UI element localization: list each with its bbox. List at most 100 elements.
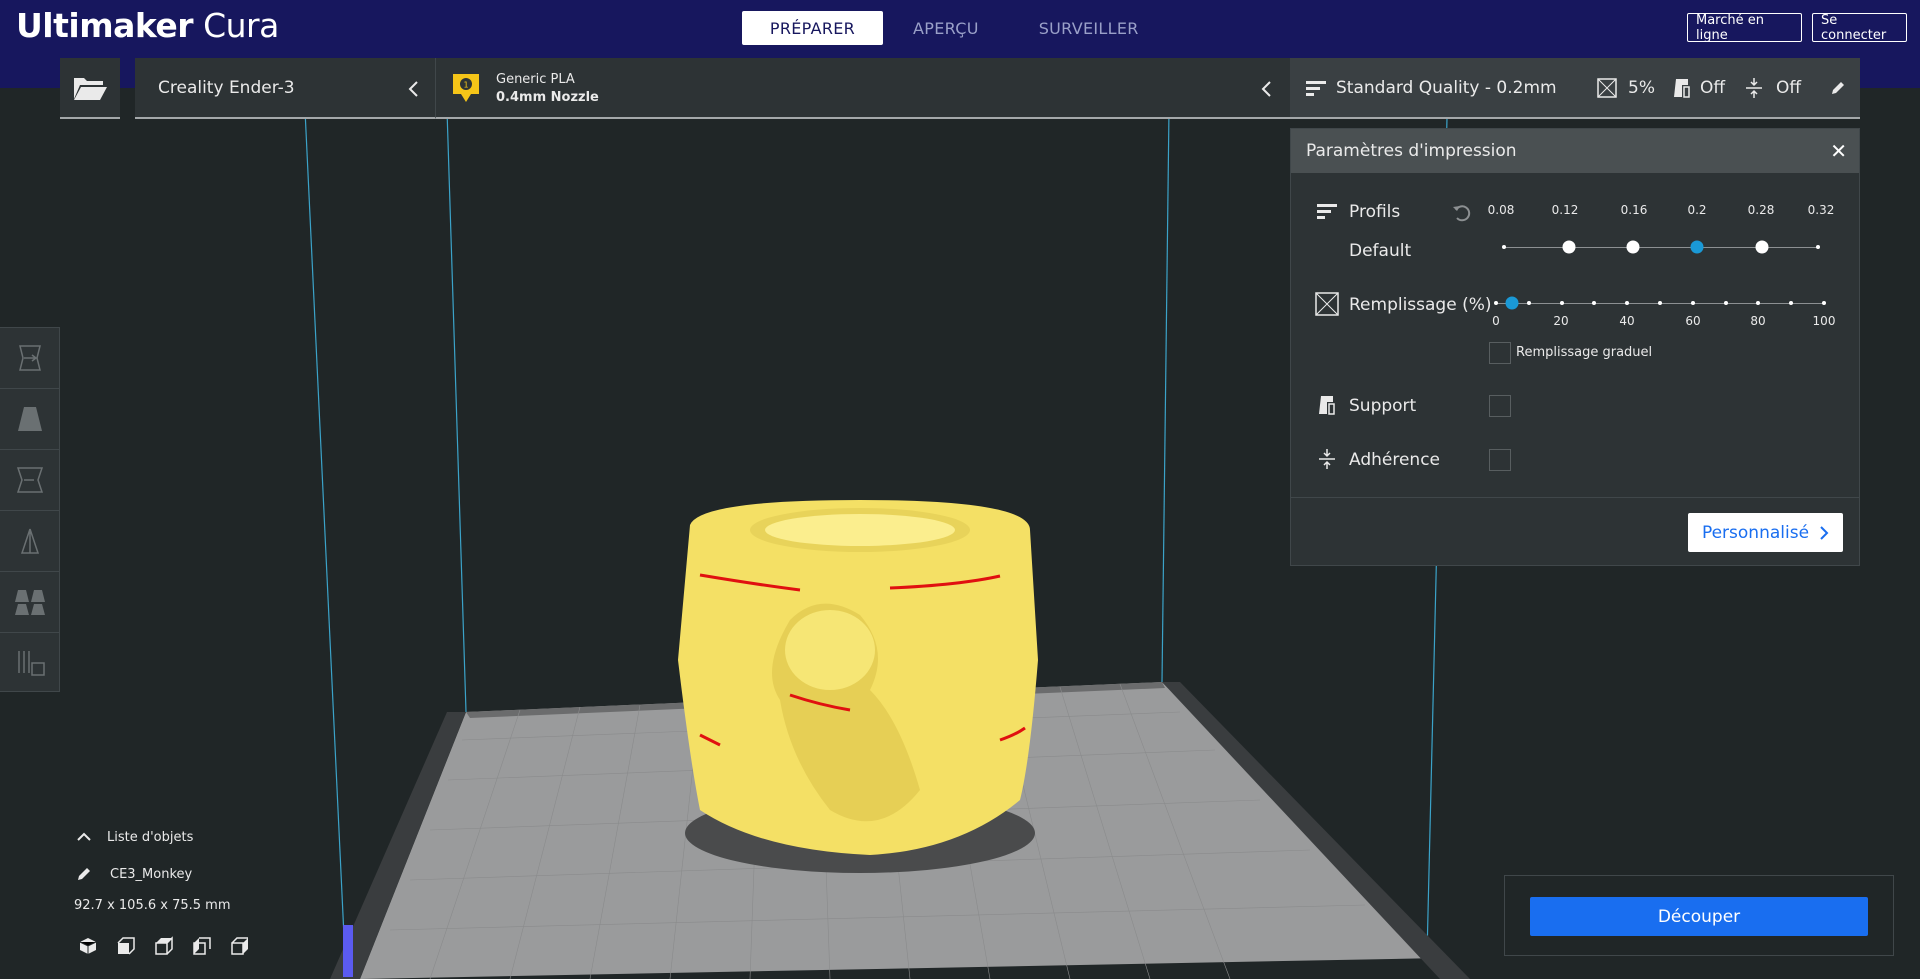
panel-title: Paramètres d'impression <box>1306 141 1517 161</box>
move-tool-button[interactable] <box>0 328 59 389</box>
support-blocker-button[interactable] <box>0 633 59 694</box>
layer-height-tick: 0.08 <box>1487 203 1515 217</box>
infill-tick: 60 <box>1685 314 1701 328</box>
infill-tick: 80 <box>1750 314 1766 328</box>
layer-height-option[interactable] <box>1626 240 1640 254</box>
svg-text:1: 1 <box>463 81 468 90</box>
open-file-button[interactable] <box>60 58 120 119</box>
adhesion-checkbox[interactable] <box>1489 449 1511 471</box>
chevron-left-icon <box>1261 81 1271 97</box>
object-list-toggle[interactable]: Liste d'objets <box>107 830 193 845</box>
print-setup-selector[interactable]: Standard Quality - 0.2mm 5% Off Off <box>1290 58 1860 119</box>
per-model-settings-icon <box>14 590 45 615</box>
layer-height-option[interactable] <box>1562 240 1576 254</box>
edit-pencil-icon <box>1832 82 1844 94</box>
support-value: Off <box>1700 78 1726 98</box>
gradual-infill-checkbox[interactable] <box>1489 342 1511 364</box>
scale-icon <box>17 407 42 431</box>
layer-height-tick: 0.12 <box>1551 203 1579 217</box>
view-mode-buttons <box>78 936 250 956</box>
infill-step-dot <box>1723 301 1728 305</box>
chevron-up-icon[interactable] <box>76 832 92 842</box>
infill-label: Remplissage (%) <box>1349 295 1492 315</box>
support-label: Support <box>1349 396 1417 416</box>
rotate-icon <box>16 467 43 493</box>
sign-in-button[interactable]: Se connecter <box>1812 13 1907 43</box>
layer-height-tick: 0.32 <box>1807 203 1835 217</box>
infill-step-dot <box>1526 301 1531 305</box>
infill-step-dot <box>1658 301 1662 305</box>
adhesion-icon <box>1746 78 1762 98</box>
support-blocker-icon <box>17 650 45 676</box>
tab-preview[interactable]: APERÇU <box>883 11 1009 45</box>
infill-icon <box>1597 78 1617 98</box>
nozzle-size: 0.4mm Nozzle <box>496 90 599 105</box>
object-dimensions: 92.7 x 105.6 x 75.5 mm <box>74 898 231 913</box>
tab-prepare[interactable]: PRÉPARER <box>742 11 883 45</box>
infill-tick: 40 <box>1619 314 1635 328</box>
app-logo: Ultimaker Cura <box>16 6 279 45</box>
scale-tool-button[interactable] <box>0 389 59 450</box>
layer-height-slider-track[interactable] <box>1504 247 1818 248</box>
quality-profile-label: Standard Quality - 0.2mm <box>1336 78 1557 98</box>
support-icon <box>1674 79 1690 98</box>
infill-icon <box>1315 292 1339 316</box>
support-checkbox[interactable] <box>1489 395 1511 417</box>
action-panel: Découper <box>1504 875 1894 956</box>
right-view-icon[interactable] <box>230 936 250 956</box>
profiles-icon <box>1317 204 1337 219</box>
material-selector[interactable]: 1 Generic PLA 0.4mm Nozzle <box>435 58 1290 119</box>
reset-icon[interactable] <box>1451 202 1473 224</box>
rotate-tool-button[interactable] <box>0 450 59 511</box>
object-list: Liste d'objets CE3_Monkey 92.7 x 105.6 x… <box>74 828 314 973</box>
infill-step-dot <box>1592 301 1597 305</box>
edit-pencil-icon[interactable] <box>76 866 92 882</box>
infill-step-dot <box>1789 301 1794 305</box>
layer-height-selected-knob[interactable] <box>1690 240 1704 254</box>
adhesion-icon <box>1319 449 1335 469</box>
axis-indicator <box>343 925 353 977</box>
infill-step-dot <box>1559 301 1564 305</box>
marketplace-button[interactable]: Marché en ligne <box>1687 13 1802 43</box>
layer-height-tick: 0.28 <box>1747 203 1775 217</box>
tab-monitor[interactable]: SURVEILLER <box>1009 11 1169 45</box>
print-settings-panel: Paramètres d'impression ✕ Profils Defaul… <box>1290 128 1860 566</box>
layer-height-tick: 0.2 <box>1687 203 1707 217</box>
close-icon[interactable]: ✕ <box>1830 139 1847 163</box>
left-view-icon[interactable] <box>192 936 212 956</box>
mirror-tool-button[interactable] <box>0 511 59 572</box>
infill-tick: 100 <box>1812 314 1836 328</box>
layer-height-endpoint <box>1502 245 1506 249</box>
infill-step-dot <box>1690 301 1695 305</box>
infill-step-dot <box>1625 301 1630 305</box>
infill-slider-knob[interactable] <box>1505 296 1519 310</box>
3d-view-icon[interactable] <box>78 936 98 956</box>
slice-button[interactable]: Découper <box>1530 897 1868 936</box>
object-name[interactable]: CE3_Monkey <box>110 867 192 882</box>
front-view-icon[interactable] <box>116 936 136 956</box>
infill-step-dot <box>1822 301 1826 305</box>
gradual-infill-label: Remplissage graduel <box>1516 345 1653 360</box>
adhesion-value: Off <box>1776 78 1802 98</box>
adhesion-label: Adhérence <box>1349 450 1441 470</box>
layer-height-tick: 0.16 <box>1620 203 1648 217</box>
infill-step-dot <box>1756 301 1761 305</box>
quality-profile-icon <box>1306 81 1326 96</box>
infill-value: 5% <box>1628 78 1655 98</box>
top-view-icon[interactable] <box>154 936 174 956</box>
stage-tabs: PRÉPARER APERÇU SURVEILLER <box>742 11 1169 45</box>
mirror-icon <box>20 528 39 554</box>
layer-height-option[interactable] <box>1755 240 1769 254</box>
profiles-label: Profils <box>1349 202 1401 222</box>
model-ce3-monkey[interactable] <box>678 500 1038 855</box>
printer-selector[interactable]: Creality Ender-3 <box>135 58 435 119</box>
panel-divider <box>1291 497 1859 498</box>
per-model-settings-button[interactable] <box>0 572 59 633</box>
material-name: Generic PLA <box>496 72 575 87</box>
custom-mode-button[interactable]: Personnalisé <box>1688 513 1843 552</box>
profile-default-label: Default <box>1349 241 1412 261</box>
chevron-right-icon <box>1820 525 1829 540</box>
custom-mode-label: Personnalisé <box>1701 522 1810 543</box>
infill-tick: 20 <box>1553 314 1569 328</box>
infill-step-dot <box>1494 301 1498 305</box>
